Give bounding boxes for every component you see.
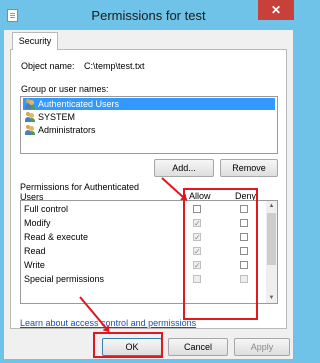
group-user-list[interactable]: Authenticated Users SYSTEM Administrator… (20, 96, 278, 154)
permission-name: Write (24, 260, 45, 270)
permission-name: Special permissions (24, 274, 105, 284)
users-icon (25, 112, 35, 122)
apply-button[interactable]: Apply (234, 338, 290, 356)
remove-button[interactable]: Remove (220, 159, 278, 177)
permissions-dialog: Permissions for test ✕ Security Object n… (0, 0, 297, 363)
object-name-value: C:\temp\test.txt (84, 61, 145, 71)
permission-name: Modify (24, 218, 51, 228)
list-item-system[interactable]: SYSTEM (23, 111, 275, 123)
permission-name: Full control (24, 204, 69, 214)
list-item-administrators[interactable]: Administrators (23, 124, 275, 136)
scroll-thumb[interactable] (267, 213, 276, 265)
object-name-label: Object name: (21, 61, 75, 71)
cancel-button[interactable]: Cancel (168, 338, 228, 356)
users-icon (25, 99, 35, 109)
add-button[interactable]: Add... (154, 159, 214, 177)
users-icon (25, 125, 35, 135)
list-item-authenticated-users[interactable]: Authenticated Users (23, 98, 275, 110)
permission-name: Read (24, 246, 46, 256)
group-names-label: Group or user names: (21, 84, 109, 94)
permission-name: Read & execute (24, 232, 89, 242)
close-button[interactable]: ✕ (258, 0, 294, 20)
title-bar: Permissions for test ✕ (0, 0, 297, 30)
ok-highlight-box (93, 332, 163, 358)
scroll-up-icon[interactable]: ▲ (266, 201, 277, 211)
permissions-highlight-box (183, 188, 258, 320)
tab-security[interactable]: Security (12, 32, 58, 50)
permissions-header: Permissions for Authenticated (20, 182, 140, 192)
permissions-scrollbar[interactable]: ▲ ▼ (266, 201, 277, 303)
window-title: Permissions for test (91, 8, 206, 23)
scroll-down-icon[interactable]: ▼ (266, 293, 277, 303)
